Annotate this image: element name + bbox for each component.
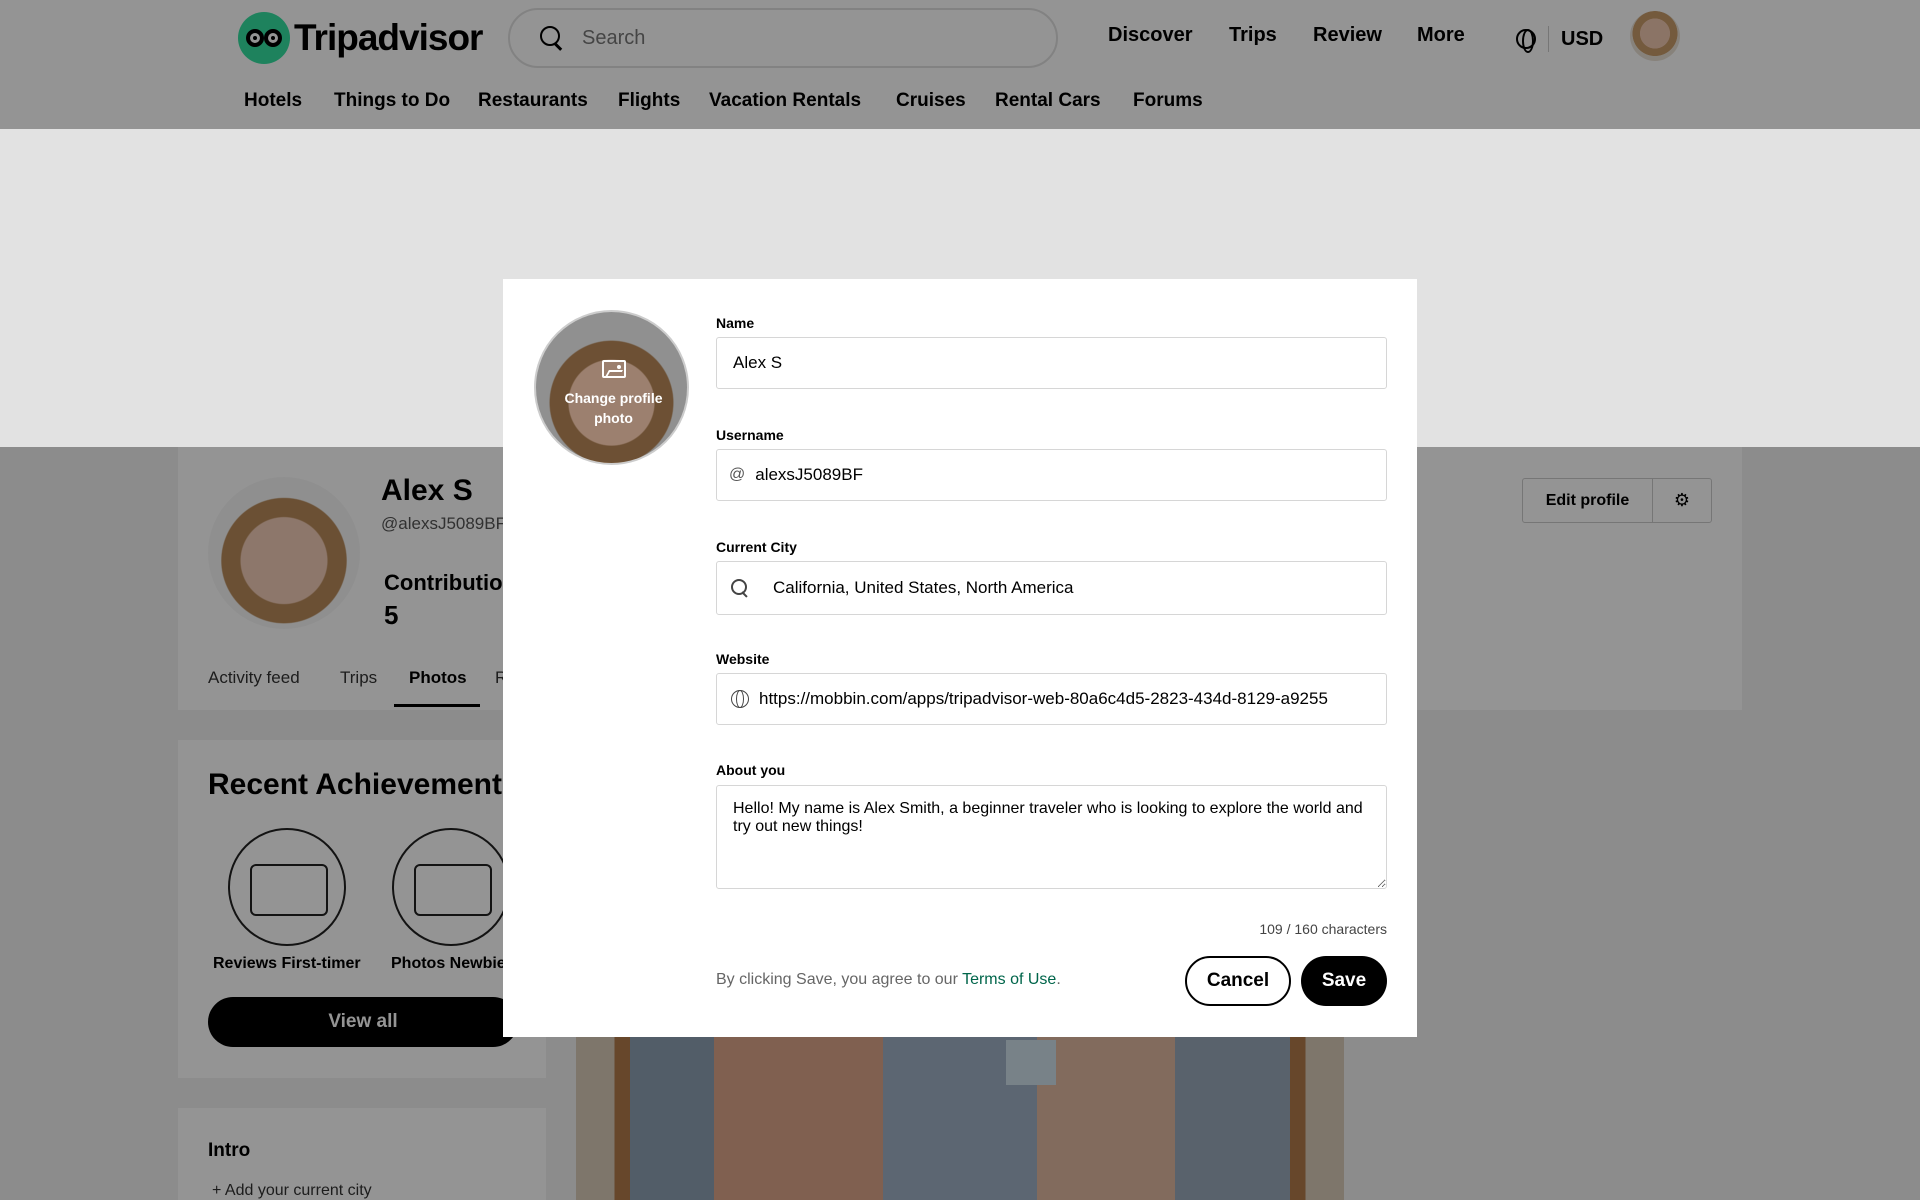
name-input[interactable] bbox=[717, 338, 1386, 388]
terms-of-use-link[interactable]: Terms of Use bbox=[962, 971, 1056, 988]
website-field[interactable] bbox=[716, 673, 1387, 725]
username-field[interactable]: @ bbox=[716, 449, 1387, 501]
cancel-button[interactable]: Cancel bbox=[1185, 956, 1291, 1006]
terms-suffix: . bbox=[1056, 971, 1061, 988]
character-count: 109 / 160 characters bbox=[1259, 921, 1387, 937]
city-input[interactable] bbox=[773, 562, 1386, 614]
about-textarea[interactable]: Hello! My name is Alex Smith, a beginner… bbox=[716, 785, 1387, 889]
terms-prefix: By clicking Save, you agree to our bbox=[716, 971, 963, 988]
save-button[interactable]: Save bbox=[1301, 956, 1387, 1006]
change-photo-button[interactable]: Change profile photo bbox=[534, 310, 689, 465]
city-label: Current City bbox=[716, 539, 797, 555]
search-icon bbox=[731, 579, 749, 597]
website-label: Website bbox=[716, 651, 770, 667]
name-field[interactable] bbox=[716, 337, 1387, 389]
terms-notice: By clicking Save, you agree to our Terms… bbox=[716, 971, 1061, 989]
image-icon bbox=[602, 360, 626, 378]
username-label: Username bbox=[716, 427, 784, 443]
city-field[interactable] bbox=[716, 561, 1387, 615]
globe-icon bbox=[731, 690, 749, 708]
username-input[interactable] bbox=[755, 450, 1386, 500]
about-label: About you bbox=[716, 762, 786, 778]
at-sign-icon: @ bbox=[729, 466, 746, 483]
change-photo-label: Change profile photo bbox=[564, 390, 663, 426]
name-label: Name bbox=[716, 315, 755, 331]
website-input[interactable] bbox=[759, 674, 1386, 724]
